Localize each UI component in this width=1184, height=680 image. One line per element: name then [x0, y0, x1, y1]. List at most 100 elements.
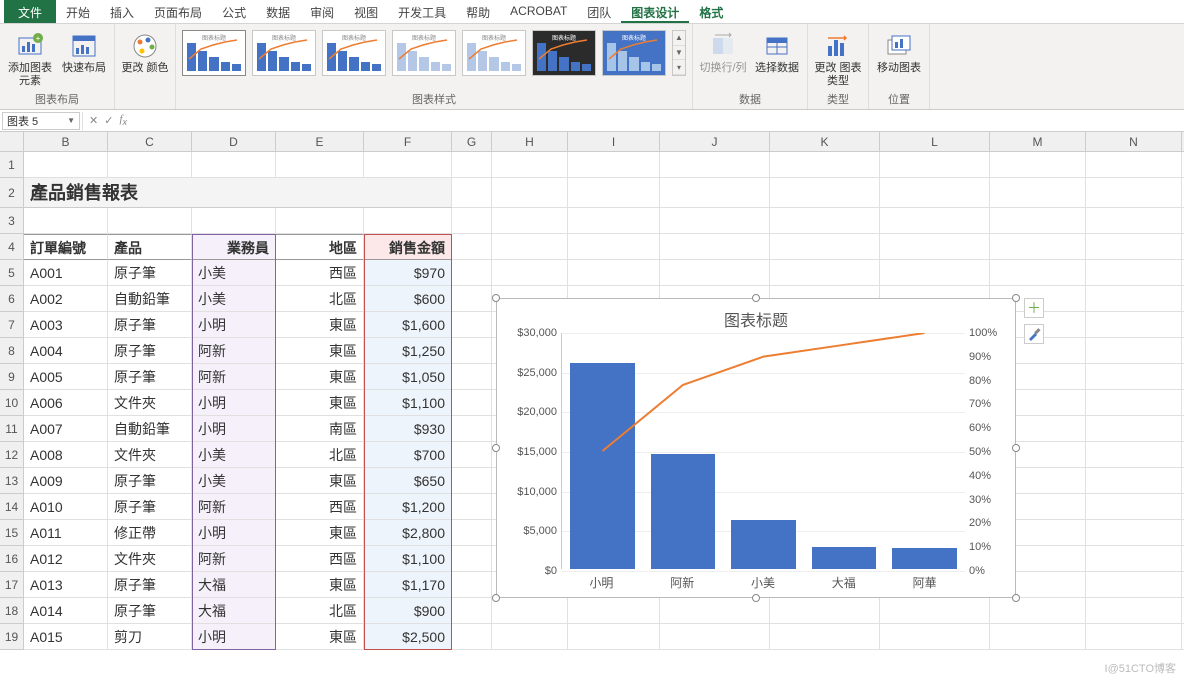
cell[interactable]: [452, 494, 492, 520]
cell[interactable]: 西區: [276, 260, 364, 286]
cell[interactable]: [990, 260, 1086, 286]
cell[interactable]: [1086, 598, 1182, 624]
cell[interactable]: [452, 312, 492, 338]
cell[interactable]: $1,200: [364, 494, 452, 520]
cell[interactable]: [568, 178, 660, 208]
chart-elements-button[interactable]: ＋: [1024, 298, 1044, 318]
ribbon-tab-11[interactable]: 团队: [577, 0, 621, 23]
chart-resize-handle[interactable]: [1012, 594, 1020, 602]
change-colors-button[interactable]: 更改 颜色: [121, 26, 169, 75]
cell[interactable]: A013: [24, 572, 108, 598]
row-header-6[interactable]: 6: [0, 286, 24, 312]
cell[interactable]: [452, 260, 492, 286]
ribbon-tab-1[interactable]: 开始: [56, 0, 100, 23]
cell[interactable]: 原子筆: [108, 338, 192, 364]
cell[interactable]: 小明: [192, 390, 276, 416]
row-header-10[interactable]: 10: [0, 390, 24, 416]
cell[interactable]: [660, 598, 770, 624]
ribbon-tab-2[interactable]: 插入: [100, 0, 144, 23]
cell[interactable]: [660, 152, 770, 178]
cell[interactable]: [276, 208, 364, 234]
cell[interactable]: $1,100: [364, 546, 452, 572]
cell[interactable]: [492, 598, 568, 624]
cell[interactable]: [452, 572, 492, 598]
col-header-D[interactable]: D: [192, 132, 276, 152]
cell[interactable]: $1,050: [364, 364, 452, 390]
ribbon-tab-4[interactable]: 公式: [212, 0, 256, 23]
cell[interactable]: [492, 208, 568, 234]
col-header-I[interactable]: I: [568, 132, 660, 152]
cell[interactable]: A011: [24, 520, 108, 546]
cell[interactable]: [770, 152, 880, 178]
ribbon-tab-3[interactable]: 页面布局: [144, 0, 212, 23]
chart-style-thumb-6[interactable]: 图表标题: [532, 30, 596, 76]
cell[interactable]: 小明: [192, 312, 276, 338]
ribbon-tab-10[interactable]: ACROBAT: [500, 0, 577, 23]
cell[interactable]: A004: [24, 338, 108, 364]
cell[interactable]: 原子筆: [108, 468, 192, 494]
row-header-19[interactable]: 19: [0, 624, 24, 650]
cell[interactable]: [1086, 494, 1182, 520]
cell[interactable]: [880, 152, 990, 178]
chart-bar[interactable]: [731, 520, 796, 569]
change-chart-type-button[interactable]: 更改 图表类型: [814, 26, 862, 88]
switch-row-col-button[interactable]: 切换行/列: [699, 26, 747, 75]
cell[interactable]: 地區: [276, 234, 364, 260]
ribbon-tab-5[interactable]: 数据: [256, 0, 300, 23]
cell[interactable]: $1,250: [364, 338, 452, 364]
cell[interactable]: 東區: [276, 390, 364, 416]
cell[interactable]: 東區: [276, 520, 364, 546]
chart-style-thumb-1[interactable]: 图表标题: [182, 30, 246, 76]
cell[interactable]: 文件夾: [108, 390, 192, 416]
cell[interactable]: 原子筆: [108, 572, 192, 598]
cell[interactable]: [364, 208, 452, 234]
confirm-formula-button[interactable]: ✓: [104, 114, 113, 127]
cell[interactable]: [192, 152, 276, 178]
cell[interactable]: [880, 624, 990, 650]
cell[interactable]: $2,500: [364, 624, 452, 650]
cell[interactable]: [770, 260, 880, 286]
cell[interactable]: 大福: [192, 598, 276, 624]
fx-icon[interactable]: fx: [119, 113, 127, 127]
cell[interactable]: 剪刀: [108, 624, 192, 650]
chart-resize-handle[interactable]: [752, 594, 760, 602]
cell[interactable]: 文件夾: [108, 442, 192, 468]
cell[interactable]: [568, 598, 660, 624]
col-header-B[interactable]: B: [24, 132, 108, 152]
col-header-C[interactable]: C: [108, 132, 192, 152]
cell[interactable]: [108, 152, 192, 178]
chart-resize-handle[interactable]: [1012, 444, 1020, 452]
cell[interactable]: [452, 546, 492, 572]
chart-style-thumb-3[interactable]: 图表标题: [322, 30, 386, 76]
cell[interactable]: $900: [364, 598, 452, 624]
cell[interactable]: [492, 234, 568, 260]
cell[interactable]: 南區: [276, 416, 364, 442]
cell[interactable]: [452, 520, 492, 546]
chart-resize-handle[interactable]: [1012, 294, 1020, 302]
cell[interactable]: [660, 208, 770, 234]
cell[interactable]: A012: [24, 546, 108, 572]
col-header-F[interactable]: F: [364, 132, 452, 152]
cell[interactable]: [880, 234, 990, 260]
cell[interactable]: [452, 442, 492, 468]
ribbon-tab-6[interactable]: 审阅: [300, 0, 344, 23]
cell[interactable]: [1086, 624, 1182, 650]
chart-style-thumb-7[interactable]: 图表标题: [602, 30, 666, 76]
cell[interactable]: [492, 260, 568, 286]
cell[interactable]: $1,170: [364, 572, 452, 598]
cell[interactable]: 小明: [192, 624, 276, 650]
chart-bar[interactable]: [570, 363, 635, 569]
cell[interactable]: A010: [24, 494, 108, 520]
cell[interactable]: [1086, 312, 1182, 338]
cell[interactable]: [452, 286, 492, 312]
cell[interactable]: [492, 178, 568, 208]
cell[interactable]: [108, 208, 192, 234]
row-header-9[interactable]: 9: [0, 364, 24, 390]
cell[interactable]: $970: [364, 260, 452, 286]
cell[interactable]: 北區: [276, 286, 364, 312]
row-header-16[interactable]: 16: [0, 546, 24, 572]
cell[interactable]: [492, 152, 568, 178]
quick-layout-button[interactable]: 快速布局: [60, 26, 108, 75]
cell[interactable]: 阿新: [192, 338, 276, 364]
chart-style-thumb-4[interactable]: 图表标题: [392, 30, 456, 76]
